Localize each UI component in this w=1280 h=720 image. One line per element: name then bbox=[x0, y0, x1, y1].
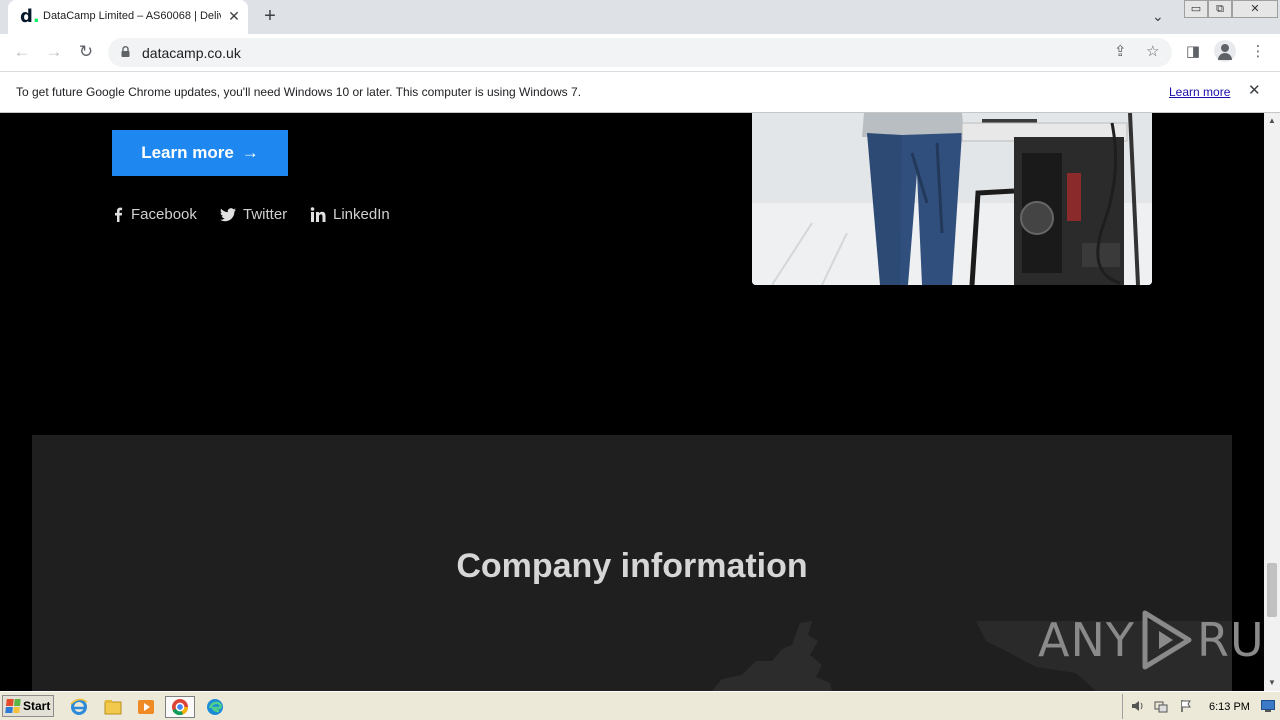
browser-toolbar: ← → ↻ datacamp.co.uk ⇪ ☆ ◨ ⋮ bbox=[0, 34, 1280, 71]
infobar-message: To get future Google Chrome updates, you… bbox=[16, 85, 582, 99]
profile-avatar-icon[interactable] bbox=[1214, 40, 1236, 62]
action-center-flag-icon[interactable] bbox=[1179, 699, 1193, 713]
linkedin-label: LinkedIn bbox=[333, 206, 390, 223]
tab-datacamp[interactable]: d. DataCamp Limited – AS60068 | Delive ✕ bbox=[8, 0, 248, 34]
infobar-close-icon[interactable]: ✕ bbox=[1248, 83, 1261, 99]
tab-title: DataCamp Limited – AS60068 | Delive bbox=[43, 10, 221, 22]
scroll-up-icon[interactable]: ▲ bbox=[1264, 113, 1280, 129]
windows-taskbar: Start 6:13 PM bbox=[0, 691, 1280, 720]
start-button[interactable]: Start bbox=[2, 695, 54, 717]
url-text[interactable]: datacamp.co.uk bbox=[142, 45, 241, 61]
chrome-menu-icon[interactable]: ⋮ bbox=[1249, 43, 1267, 61]
network-icon[interactable] bbox=[1154, 699, 1168, 713]
page-viewport: Learn more → Facebook Twitter LinkedIn C… bbox=[0, 113, 1264, 691]
window-close-button[interactable]: ✕ bbox=[1232, 0, 1278, 18]
show-desktop-icon[interactable] bbox=[1261, 700, 1275, 712]
tab-strip: d. DataCamp Limited – AS60068 | Delive ✕… bbox=[0, 0, 1280, 34]
internet-explorer-icon[interactable] bbox=[68, 696, 90, 718]
watermark-run: RUN bbox=[1196, 613, 1264, 667]
minimize-button[interactable]: ▭ bbox=[1184, 0, 1208, 18]
play-logo-icon bbox=[1142, 610, 1192, 670]
linkedin-icon bbox=[310, 207, 326, 222]
reload-button[interactable]: ↻ bbox=[76, 42, 96, 62]
twitter-link[interactable]: Twitter bbox=[220, 206, 287, 223]
system-tray bbox=[1122, 694, 1278, 719]
datacenter-photo bbox=[752, 113, 1152, 285]
scroll-down-icon[interactable]: ▼ bbox=[1264, 675, 1280, 691]
datacamp-favicon-icon: d. bbox=[20, 6, 40, 27]
learn-more-label: Learn more bbox=[141, 143, 234, 162]
facebook-icon bbox=[115, 207, 123, 222]
person-at-server-image bbox=[752, 113, 1152, 285]
arrow-right-icon: → bbox=[241, 143, 259, 162]
learn-more-button[interactable]: Learn more → bbox=[112, 130, 288, 176]
share-icon[interactable]: ⇪ bbox=[1114, 44, 1127, 60]
twitter-label: Twitter bbox=[243, 206, 288, 223]
windows-flag-icon bbox=[5, 699, 21, 713]
company-information-heading: Company information bbox=[456, 547, 808, 585]
tab-search-chevron-icon[interactable]: ⌄ bbox=[1152, 8, 1164, 25]
tab-close-icon[interactable]: ✕ bbox=[226, 8, 242, 24]
twitter-icon bbox=[220, 207, 236, 221]
side-panel-icon[interactable]: ◨ bbox=[1184, 43, 1202, 61]
page-scrollbar[interactable]: ▲ ▼ bbox=[1264, 113, 1280, 691]
linkedin-link[interactable]: LinkedIn bbox=[310, 206, 390, 223]
scrollbar-thumb[interactable] bbox=[1267, 563, 1277, 617]
watermark-any: ANY bbox=[1038, 613, 1135, 667]
forward-button[interactable]: → bbox=[44, 42, 64, 62]
address-bar[interactable]: datacamp.co.uk ⇪ ☆ bbox=[108, 38, 1172, 67]
start-label: Start bbox=[23, 699, 51, 713]
lock-icon[interactable] bbox=[121, 46, 130, 57]
restore-button[interactable]: ⧉ bbox=[1208, 0, 1232, 18]
map-decoration bbox=[712, 621, 832, 691]
media-player-icon[interactable] bbox=[135, 696, 157, 718]
facebook-label: Facebook bbox=[131, 206, 197, 223]
edge-icon[interactable] bbox=[204, 696, 226, 718]
infobar-learn-more-link[interactable]: Learn more bbox=[1169, 85, 1230, 99]
volume-icon[interactable] bbox=[1131, 699, 1145, 713]
new-tab-button[interactable]: + bbox=[259, 6, 281, 26]
system-clock[interactable]: 6:13 PM bbox=[1209, 701, 1250, 713]
update-infobar: To get future Google Chrome updates, you… bbox=[0, 71, 1280, 113]
back-button[interactable]: ← bbox=[12, 42, 32, 62]
facebook-link[interactable]: Facebook bbox=[112, 206, 197, 223]
file-explorer-icon[interactable] bbox=[102, 696, 124, 718]
chrome-taskbar-icon[interactable] bbox=[165, 696, 195, 718]
bookmark-star-icon[interactable]: ☆ bbox=[1146, 44, 1159, 60]
anyrun-watermark: ANY RUN bbox=[1038, 609, 1264, 671]
